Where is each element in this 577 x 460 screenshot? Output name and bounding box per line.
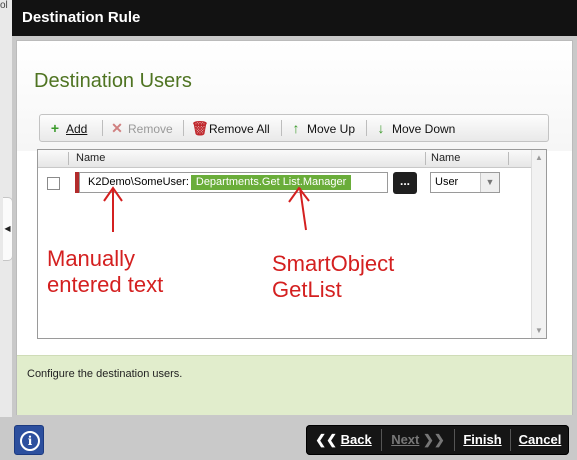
back-label: Back — [340, 432, 372, 447]
chevron-left-icon: ◀ — [4, 224, 11, 233]
annotation-line: entered text — [47, 272, 164, 297]
annotation-smartobject: SmartObject GetList — [272, 251, 394, 303]
cancel-button[interactable]: Cancel — [511, 425, 569, 455]
next-label: Next — [391, 432, 420, 447]
annotation-manual-text: Manually entered text — [47, 246, 163, 298]
right-arrow-head — [288, 186, 310, 203]
double-right-chevron-icon: ❯❯ — [423, 432, 445, 447]
annotation-line: GetList — [272, 277, 342, 302]
finish-label: Finish — [463, 432, 502, 447]
back-button[interactable]: ❮❮ Back — [306, 425, 381, 455]
wizard-navigation: ❮❮ Back Next ❯❯ Finish Cancel — [306, 425, 569, 455]
annotation-arrows — [103, 186, 310, 232]
annotation-line: Manually — [47, 246, 136, 271]
collapse-side-tab[interactable]: ◀ — [3, 197, 13, 261]
cancel-label: Cancel — [518, 432, 562, 447]
info-button[interactable]: i — [14, 425, 44, 455]
info-icon: i — [20, 431, 40, 451]
double-left-chevron-icon: ❮❮ — [315, 432, 338, 447]
finish-button[interactable]: Finish — [455, 425, 510, 455]
next-button[interactable]: Next ❯❯ — [382, 425, 454, 455]
annotation-line: SmartObject — [272, 251, 395, 276]
